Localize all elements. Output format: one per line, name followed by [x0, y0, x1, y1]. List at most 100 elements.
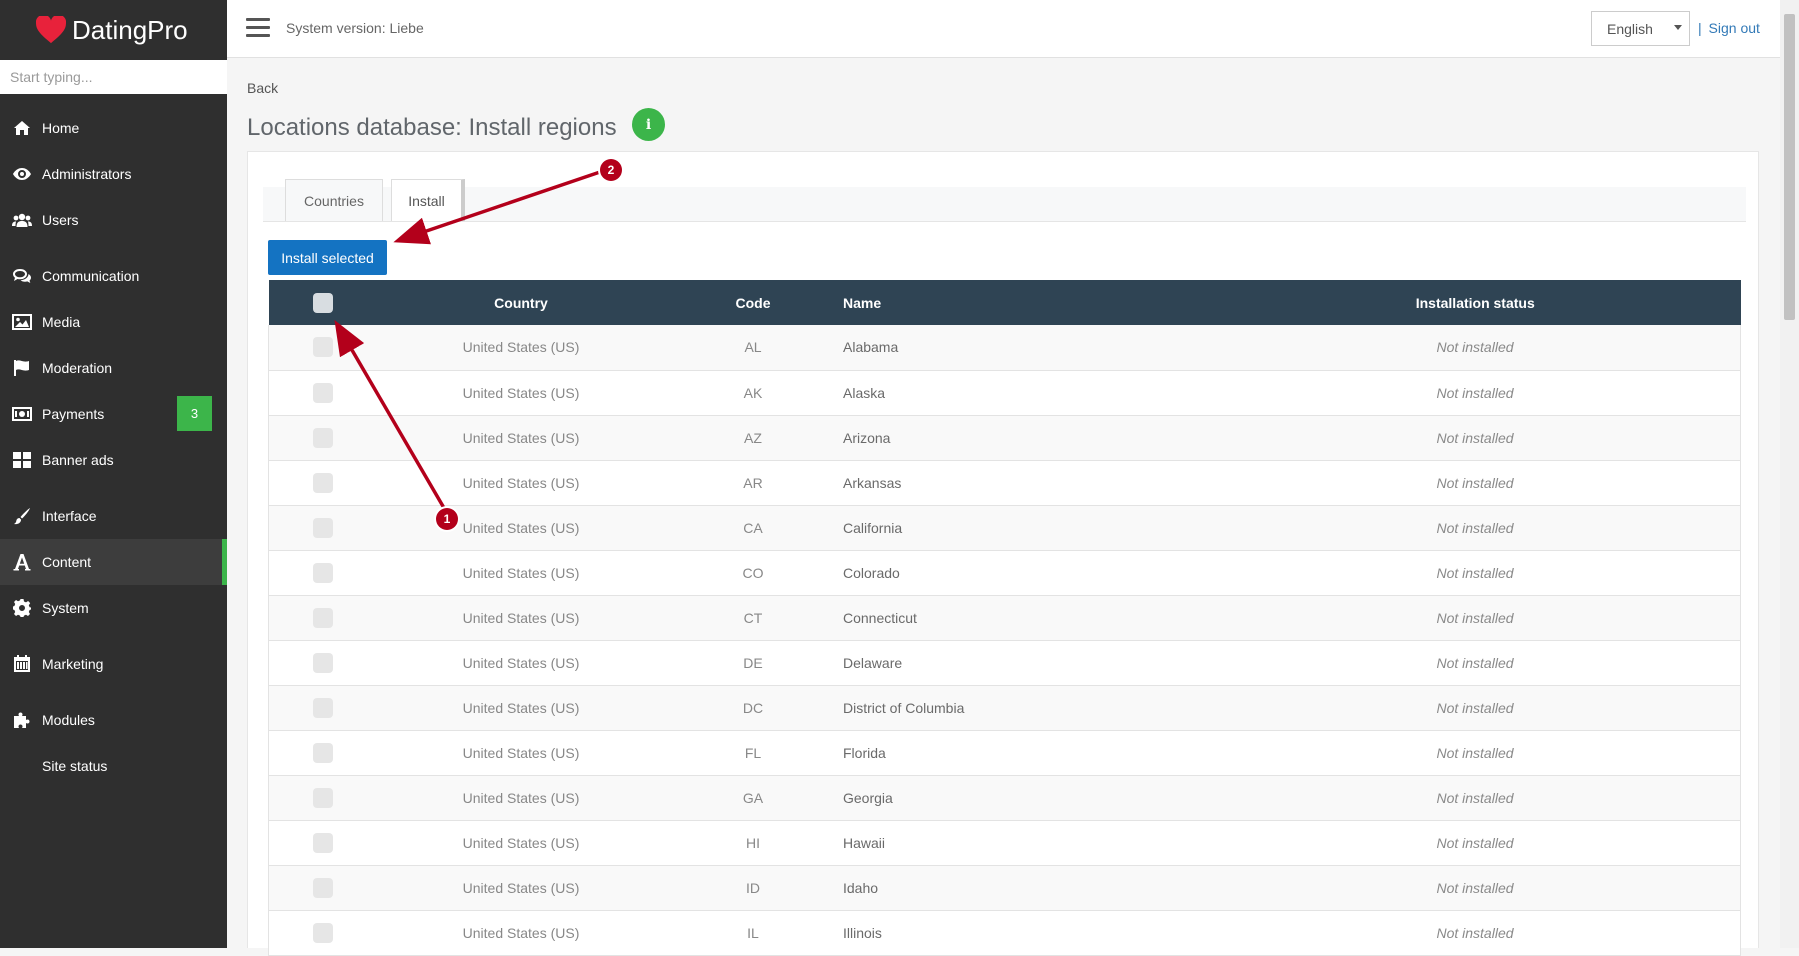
table-row[interactable]: United States (US) CA California Not instal… [268, 505, 1741, 550]
brush-icon [11, 507, 33, 525]
cell-country: United States (US) [462, 924, 580, 941]
table-row[interactable]: United States (US) AL Alabama Not installed [268, 325, 1741, 370]
cell-name: Connecticut [843, 609, 917, 626]
row-checkbox[interactable] [313, 562, 333, 583]
table-row[interactable]: United States (US) CT Connecticut Not insta… [268, 595, 1741, 640]
cell-name: Idaho [843, 879, 879, 896]
info-icon[interactable]: i [632, 108, 665, 141]
table-row[interactable]: United States (US) HI Hawaii Not installed [268, 820, 1741, 865]
cell-installation-status: Not installed [1436, 564, 1514, 581]
column-header-name[interactable]: Name [841, 280, 1220, 325]
sidebar-item-label: Communication [42, 268, 140, 284]
sidebar-item-moderation[interactable]: Moderation [0, 345, 227, 391]
sidebar-item-banner-ads[interactable]: Banner ads [0, 437, 227, 483]
table-row[interactable]: United States (US) AR Arkansas Not installe… [268, 460, 1741, 505]
table-row[interactable]: United States (US) FL Florida Not installed [268, 730, 1741, 775]
sidebar-item-users[interactable]: Users [0, 197, 227, 243]
row-checkbox[interactable] [313, 742, 333, 763]
money-icon [11, 407, 33, 421]
row-checkbox[interactable] [313, 652, 333, 673]
sidebar-item-label: Site status [42, 758, 108, 774]
table-row[interactable]: United States (US) AZ Arizona Not installed [268, 415, 1741, 460]
sidebar-item-label: Home [42, 120, 80, 136]
row-checkbox[interactable] [313, 697, 333, 718]
row-checkbox[interactable] [313, 877, 333, 898]
table-row[interactable]: United States (US) AK Alaska Not installed [268, 370, 1741, 415]
sidebar-search-input[interactable] [0, 60, 227, 94]
tab-install[interactable]: Install [391, 179, 465, 221]
language-select[interactable]: English [1591, 11, 1690, 46]
sidebar-item-site-status[interactable]: Site status [0, 743, 227, 789]
back-link[interactable]: Back [247, 80, 278, 96]
sidebar-item-payments[interactable]: Payments 3 [0, 391, 227, 437]
row-checkbox[interactable] [313, 607, 333, 628]
row-select-cell [269, 640, 378, 685]
hamburger-menu-icon[interactable] [246, 18, 270, 38]
sidebar-item-communication[interactable]: Communication [0, 253, 227, 299]
row-checkbox[interactable] [313, 787, 333, 808]
separator: | [1698, 20, 1702, 36]
table-row[interactable]: United States (US) IL Illinois Not installe… [268, 910, 1741, 955]
table-row[interactable]: United States (US) ID Idaho Not installed [268, 865, 1741, 910]
sidebar-item-home[interactable]: Home [0, 105, 227, 151]
column-header-country[interactable]: Country [377, 280, 665, 325]
eye-icon [11, 167, 33, 181]
cell-code: FL [744, 744, 762, 761]
row-checkbox[interactable] [313, 337, 333, 358]
row-select-cell [269, 910, 378, 955]
table-row[interactable]: United States (US) CO Colorado Not installe… [268, 550, 1741, 595]
row-checkbox[interactable] [313, 517, 333, 538]
row-checkbox[interactable] [313, 832, 333, 853]
page-scrollbar[interactable] [1780, 0, 1799, 948]
payments-count-badge: 3 [177, 396, 212, 431]
sidebar: DatingPro Home Administrators Users Comm… [0, 0, 227, 948]
cell-country: United States (US) [462, 384, 580, 401]
table-row[interactable]: United States (US) DE Delaware Not installe… [268, 640, 1741, 685]
cell-installation-status: Not installed [1436, 699, 1514, 716]
column-header-code[interactable]: Code [665, 280, 841, 325]
cell-installation-status: Not installed [1436, 789, 1514, 806]
cell-installation-status: Not installed [1436, 519, 1514, 536]
row-select-cell [269, 865, 378, 910]
cell-country: United States (US) [462, 744, 580, 761]
tab-countries[interactable]: Countries [285, 179, 383, 221]
select-all-checkbox[interactable] [312, 292, 333, 313]
sign-out-link[interactable]: Sign out [1709, 20, 1760, 36]
cell-installation-status: Not installed [1436, 834, 1514, 851]
cell-name: Alaska [843, 384, 886, 401]
sidebar-item-administrators[interactable]: Administrators [0, 151, 227, 197]
row-checkbox[interactable] [313, 472, 333, 493]
cell-name: Georgia [843, 789, 893, 806]
cell-code: IL [747, 924, 759, 941]
row-select-cell [269, 595, 378, 640]
logo[interactable]: DatingPro [0, 0, 227, 60]
cell-code: AZ [744, 429, 762, 446]
sign-out-area: | Sign out [1698, 20, 1760, 36]
row-checkbox[interactable] [313, 382, 333, 403]
row-select-cell [269, 370, 378, 415]
sidebar-item-content[interactable]: Content [0, 539, 227, 585]
table-body: United States (US) AL Alabama Not installed… [268, 325, 1741, 955]
page-title: Locations database: Install regions [247, 114, 617, 141]
sidebar-item-system[interactable]: System [0, 585, 227, 631]
cell-name: Illinois [843, 924, 882, 941]
cell-installation-status: Not installed [1436, 474, 1514, 491]
top-bar: System version: Liebe English | Sign out [227, 0, 1780, 58]
cell-code: DE [743, 654, 763, 671]
table-row[interactable]: United States (US) DC District of Columbia… [268, 685, 1741, 730]
table-row[interactable]: United States (US) GA Georgia Not installed [268, 775, 1741, 820]
cell-country: United States (US) [462, 564, 580, 581]
scrollbar-thumb[interactable] [1784, 14, 1795, 320]
sidebar-item-marketing[interactable]: Marketing [0, 641, 227, 687]
row-checkbox[interactable] [313, 427, 333, 448]
sidebar-item-interface[interactable]: Interface [0, 493, 227, 539]
cell-name: Arizona [843, 429, 891, 446]
cell-code: CT [743, 609, 763, 626]
sidebar-item-media[interactable]: Media [0, 299, 227, 345]
cell-name: Alabama [843, 339, 899, 356]
cell-country: United States (US) [462, 429, 580, 446]
comments-icon [11, 268, 33, 284]
install-selected-button[interactable]: Install selected [268, 240, 387, 275]
row-checkbox[interactable] [313, 922, 333, 943]
sidebar-item-modules[interactable]: Modules [0, 697, 227, 743]
